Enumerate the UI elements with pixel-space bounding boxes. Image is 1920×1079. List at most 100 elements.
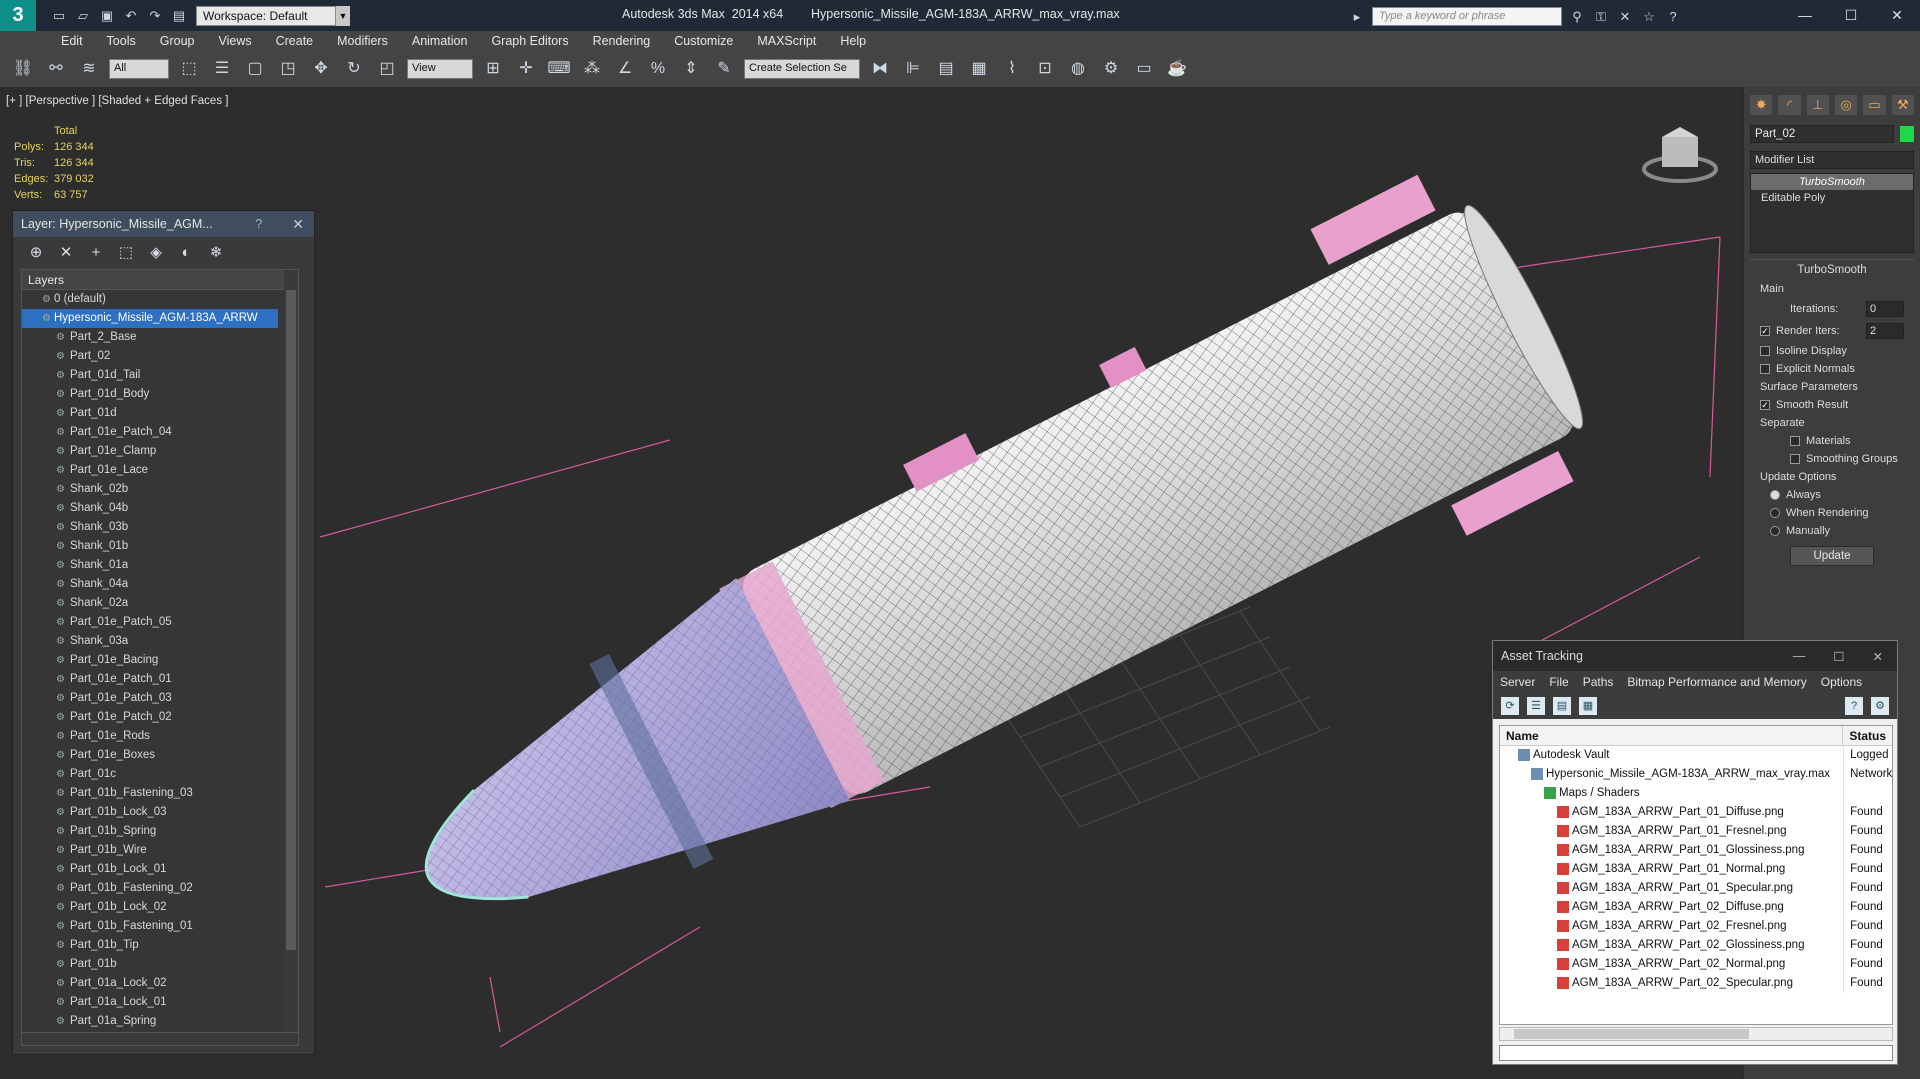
chevron-right-icon[interactable]: ▸: [1348, 8, 1366, 26]
path-field[interactable]: [1499, 1045, 1893, 1061]
key-icon[interactable]: ⚿: [1592, 8, 1610, 26]
render-iters-spinner[interactable]: 2: [1866, 323, 1904, 339]
utilities-tab-icon[interactable]: ⚒: [1891, 95, 1914, 115]
move-icon[interactable]: ✥: [308, 56, 334, 82]
layer-item[interactable]: Part_01e_Clamp: [22, 442, 298, 461]
asset-menu-item[interactable]: File: [1542, 675, 1575, 689]
search-input[interactable]: Type a keyword or phrase: [1372, 7, 1562, 26]
asset-row[interactable]: Hypersonic_Missile_AGM-183A_ARRW_max_vra…: [1500, 765, 1892, 784]
render-production-icon[interactable]: ☕: [1164, 56, 1190, 82]
menu-help[interactable]: Help: [831, 31, 875, 51]
asset-menu-item[interactable]: Bitmap Performance and Memory: [1620, 675, 1813, 689]
minimize-icon[interactable]: —: [1782, 0, 1828, 31]
layer-item[interactable]: Part_01b_Fastening_03: [22, 784, 298, 803]
edit-named-selection-icon[interactable]: ✎: [711, 56, 737, 82]
layer-item[interactable]: Part_01e_Boxes: [22, 746, 298, 765]
layer-item[interactable]: Shank_03a: [22, 632, 298, 651]
stack-item-turbosmooth[interactable]: TurboSmooth: [1751, 174, 1913, 190]
layer-item[interactable]: Shank_01a: [22, 556, 298, 575]
layer-item[interactable]: Part_01b: [22, 955, 298, 974]
motion-tab-icon[interactable]: ◎: [1834, 95, 1858, 115]
name-column-header[interactable]: Name: [1500, 726, 1844, 745]
snaps-toggle-icon[interactable]: ⁂: [579, 56, 605, 82]
refresh-icon[interactable]: ⟳: [1501, 697, 1519, 715]
rendered-frame-window-icon[interactable]: ▭: [1131, 56, 1157, 82]
rollout-title[interactable]: TurboSmooth: [1750, 260, 1914, 280]
layer-item[interactable]: Part_01a_Lock_02: [22, 974, 298, 993]
layer-panel-title-bar[interactable]: Layer: Hypersonic_Missile_AGM... ? ✕: [13, 211, 314, 237]
layer-item[interactable]: Part_01e_Patch_02: [22, 708, 298, 727]
undo-icon[interactable]: ↶: [122, 7, 140, 25]
layer-item[interactable]: Part_01b_Fastening_01: [22, 917, 298, 936]
rectangle-selection-icon[interactable]: ▢: [242, 56, 268, 82]
display-tab-icon[interactable]: ▭: [1863, 95, 1886, 115]
vertical-scrollbar[interactable]: [284, 270, 298, 1038]
layer-item[interactable]: Shank_01b: [22, 537, 298, 556]
reference-coordinate-dropdown[interactable]: View: [407, 59, 473, 79]
asset-row[interactable]: AGM_183A_ARRW_Part_02_Specular.png Found: [1500, 974, 1892, 993]
project-folder-icon[interactable]: ▤: [170, 7, 188, 25]
layer-item[interactable]: Part_01b_Lock_03: [22, 803, 298, 822]
menu-modifiers[interactable]: Modifiers: [328, 31, 397, 51]
render-setup-icon[interactable]: ⚙: [1098, 56, 1124, 82]
layer-item[interactable]: Part_01a_Lock_01: [22, 993, 298, 1012]
chevron-down-icon[interactable]: ▼: [336, 5, 350, 26]
close-icon[interactable]: ✕: [292, 216, 304, 233]
window-crossing-icon[interactable]: ◳: [275, 56, 301, 82]
menu-edit[interactable]: Edit: [52, 31, 92, 51]
layer-item[interactable]: Part_01e_Rods: [22, 727, 298, 746]
scale-icon[interactable]: ◰: [374, 56, 400, 82]
smoothing-groups-checkbox[interactable]: [1790, 454, 1800, 464]
stack-item-editable-poly[interactable]: Editable Poly: [1751, 190, 1913, 206]
help-icon[interactable]: ?: [1664, 8, 1682, 26]
asset-row[interactable]: AGM_183A_ARRW_Part_01_Glossiness.png Foun…: [1500, 841, 1892, 860]
modifier-list-dropdown[interactable]: Modifier List: [1750, 151, 1914, 169]
add-to-layer-icon[interactable]: +: [87, 244, 105, 261]
layer-item[interactable]: Part_01d_Tail: [22, 366, 298, 385]
layer-item[interactable]: Shank_02a: [22, 594, 298, 613]
isoline-checkbox[interactable]: [1760, 346, 1770, 356]
delete-icon[interactable]: ✕: [57, 243, 75, 261]
curve-editor-icon[interactable]: ⌇: [999, 56, 1025, 82]
scroll-thumb[interactable]: [1514, 1029, 1749, 1039]
highlight-selected-icon[interactable]: ◈: [147, 243, 165, 261]
asset-row[interactable]: AGM_183A_ARRW_Part_01_Specular.png Found: [1500, 879, 1892, 898]
horizontal-scrollbar[interactable]: [1499, 1027, 1893, 1041]
menu-views[interactable]: Views: [209, 31, 260, 51]
close-icon[interactable]: ✕: [1874, 0, 1920, 31]
new-layer-icon[interactable]: ⊕: [27, 243, 45, 261]
help-icon[interactable]: ?: [255, 217, 262, 231]
hide-layers-icon[interactable]: ◐: [177, 244, 195, 261]
select-objects-icon[interactable]: ⬚: [117, 243, 135, 261]
app-logo-icon[interactable]: 3: [0, 0, 36, 31]
layer-item[interactable]: Part_01a_Spring: [22, 1012, 298, 1031]
layer-item[interactable]: Part_01e_Patch_05: [22, 613, 298, 632]
layer-item[interactable]: Part_01e_Patch_04: [22, 423, 298, 442]
named-selection-dropdown[interactable]: Create Selection Se: [744, 59, 860, 79]
layers-column-header[interactable]: Layers: [22, 270, 298, 290]
select-manipulate-icon[interactable]: ✛: [513, 56, 539, 82]
binoculars-icon[interactable]: ⚲: [1568, 8, 1586, 26]
always-radio[interactable]: [1770, 490, 1780, 500]
asset-row[interactable]: AGM_183A_ARRW_Part_02_Normal.png Found: [1500, 955, 1892, 974]
menu-maxscript[interactable]: MAXScript: [748, 31, 825, 51]
menu-tools[interactable]: Tools: [98, 31, 145, 51]
layer-item[interactable]: Shank_02b: [22, 480, 298, 499]
link-icon[interactable]: ⛓: [10, 56, 36, 82]
redo-icon[interactable]: ↷: [146, 7, 164, 25]
menu-group[interactable]: Group: [151, 31, 204, 51]
layer-item[interactable]: Part_01e_Bacing: [22, 651, 298, 670]
asset-tracking-title-bar[interactable]: Asset Tracking — ☐ ✕: [1493, 641, 1897, 671]
status-column-header[interactable]: Status: [1843, 726, 1892, 745]
layer-item[interactable]: Shank_04b: [22, 499, 298, 518]
layer-item[interactable]: Part_01b_Lock_01: [22, 860, 298, 879]
close-icon[interactable]: ✕: [1873, 649, 1883, 664]
maximize-icon[interactable]: ☐: [1828, 0, 1874, 31]
asset-row[interactable]: AGM_183A_ARRW_Part_02_Diffuse.png Found: [1500, 898, 1892, 917]
schematic-view-icon[interactable]: ⊡: [1032, 56, 1058, 82]
layer-default[interactable]: 0 (default): [22, 290, 298, 309]
create-tab-icon[interactable]: ✸: [1750, 95, 1773, 115]
menu-graph-editors[interactable]: Graph Editors: [482, 31, 577, 51]
update-button[interactable]: Update: [1790, 546, 1874, 566]
manually-radio[interactable]: [1770, 526, 1780, 536]
